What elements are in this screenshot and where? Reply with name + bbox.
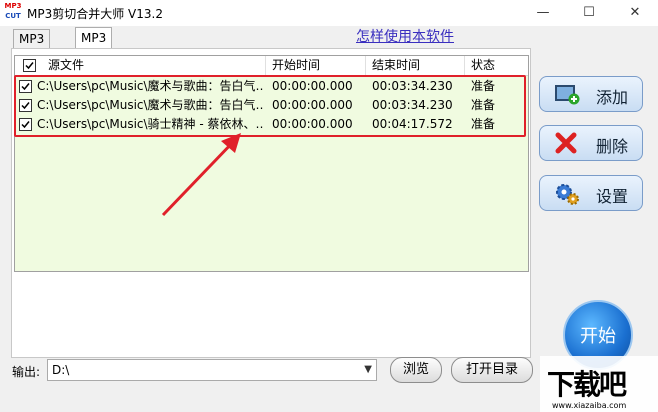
title-bar: MP3 CUT MP3剪切合并大师 V13.2 — ☐ ✕ <box>0 0 658 26</box>
annotation-arrow <box>161 133 241 217</box>
app-logo-icon: MP3 CUT <box>4 2 22 20</box>
column-end-time[interactable]: 结束时间 <box>366 56 465 75</box>
add-file-icon <box>554 83 580 105</box>
help-link[interactable]: 怎样使用本软件 <box>356 26 454 46</box>
output-path-value: D:\ <box>52 363 70 377</box>
select-all-checkbox[interactable] <box>23 59 36 72</box>
column-start-time[interactable]: 开始时间 <box>266 56 366 75</box>
column-status[interactable]: 状态 <box>465 56 527 75</box>
file-list-header: 源文件 开始时间 结束时间 状态 <box>15 56 528 76</box>
output-path-select[interactable]: D:\ ▼ <box>47 359 377 381</box>
settings-button[interactable]: 设置 <box>539 175 643 211</box>
browse-button[interactable]: 浏览 <box>390 357 442 383</box>
tab-mp3-cut[interactable]: MP3剪切 <box>13 29 51 65</box>
delete-x-icon <box>554 132 578 154</box>
maximize-button[interactable]: ☐ <box>566 0 612 26</box>
delete-button[interactable]: 删除 <box>539 125 643 161</box>
window-title: MP3剪切合并大师 V13.2 <box>27 7 163 21</box>
add-button[interactable]: 添加 <box>539 76 643 112</box>
watermark-url: www.xiazaiba.com <box>552 401 627 410</box>
gear-icon <box>554 182 579 205</box>
open-directory-button[interactable]: 打开目录 <box>451 357 533 383</box>
minimize-button[interactable]: — <box>520 0 566 26</box>
tab-mp3-merge[interactable]: MP3合并 <box>75 27 113 66</box>
watermark-text: 下载吧 <box>547 368 627 401</box>
chevron-down-icon[interactable]: ▼ <box>364 364 372 375</box>
column-source-file[interactable]: 源文件 <box>15 56 266 75</box>
highlight-box <box>14 75 526 137</box>
close-button[interactable]: ✕ <box>612 0 658 26</box>
output-label: 输出: <box>12 365 41 379</box>
